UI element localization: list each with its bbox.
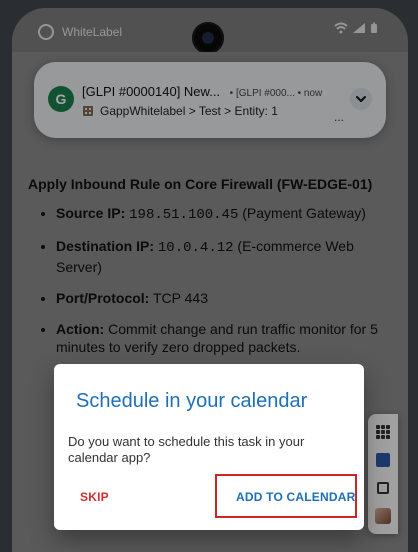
add-to-calendar-button[interactable]: ADD TO CALENDAR [236,490,355,504]
schedule-dialog: Schedule in your calendar Do you want to… [54,364,364,530]
dialog-title: Schedule in your calendar [76,390,308,412]
dialog-message: Do you want to schedule this task in you… [68,434,305,466]
phone-screen: WhiteLabel Apply Inbound Rule on Core Fi… [12,8,408,552]
device-frame: WhiteLabel Apply Inbound Rule on Core Fi… [0,0,418,552]
skip-button[interactable]: SKIP [80,490,109,504]
